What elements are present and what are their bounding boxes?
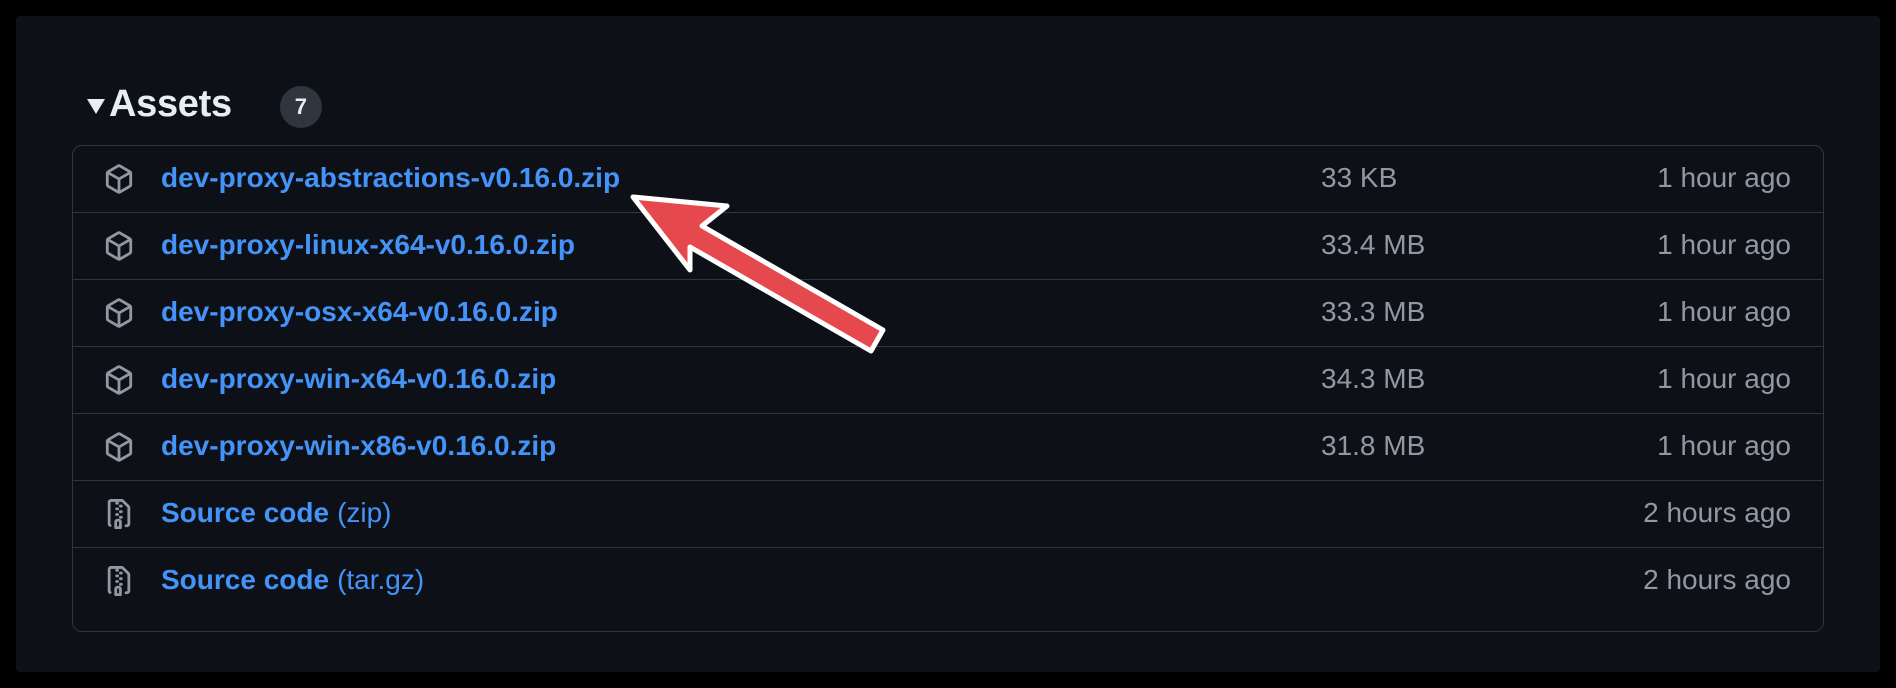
asset-name: dev-proxy-osx-x64-v0.16.0.zip [161,296,558,327]
assets-panel: Assets 7 dev-proxy-abstractions-v0.16.0.… [16,16,1880,672]
assets-title: Assets [109,82,232,125]
asset-name: dev-proxy-abstractions-v0.16.0.zip [161,162,621,193]
asset-row: dev-proxy-osx-x64-v0.16.0.zip 33.3 MB 1 … [73,280,1823,347]
asset-name: Source code [161,564,330,595]
asset-format: (tar.gz) [337,564,425,595]
caret-down-icon [87,98,105,114]
package-icon [105,164,133,194]
asset-row: dev-proxy-linux-x64-v0.16.0.zip 33.4 MB … [73,213,1823,280]
asset-size: 34.3 MB [1321,363,1426,394]
asset-format: (zip) [337,497,392,528]
asset-row: dev-proxy-win-x86-v0.16.0.zip 31.8 MB 1 … [73,414,1823,481]
asset-link[interactable]: dev-proxy-win-x86-v0.16.0.zip [161,430,556,462]
asset-link[interactable]: dev-proxy-linux-x64-v0.16.0.zip [161,229,575,261]
package-icon [105,432,133,462]
package-icon [105,231,133,261]
asset-link[interactable]: dev-proxy-osx-x64-v0.16.0.zip [161,296,558,328]
asset-size: 33.4 MB [1321,229,1426,260]
asset-row: dev-proxy-win-x64-v0.16.0.zip 34.3 MB 1 … [73,347,1823,414]
asset-time: 1 hour ago [1657,229,1791,260]
asset-time: 1 hour ago [1657,296,1791,327]
asset-time: 1 hour ago [1657,162,1791,193]
asset-link[interactable]: dev-proxy-win-x64-v0.16.0.zip [161,363,556,395]
package-icon [105,365,133,395]
asset-time: 2 hours ago [1643,564,1791,595]
assets-header: Assets 7 [70,62,322,146]
asset-link[interactable]: dev-proxy-abstractions-v0.16.0.zip [161,162,620,194]
asset-row: Source code (zip) 2 hours ago [73,481,1823,548]
asset-time: 2 hours ago [1643,497,1791,528]
asset-name: Source code [161,497,330,528]
asset-time: 1 hour ago [1657,363,1791,394]
asset-name: dev-proxy-linux-x64-v0.16.0.zip [161,229,575,260]
asset-name: dev-proxy-win-x86-v0.16.0.zip [161,430,557,461]
asset-row: dev-proxy-abstractions-v0.16.0.zip 33 KB… [73,146,1823,213]
asset-time: 1 hour ago [1657,430,1791,461]
file-zip-icon [107,566,131,596]
source-code-zip-link[interactable]: Source code (zip) [161,497,392,529]
asset-size: 33 KB [1321,162,1398,193]
assets-count-badge: 7 [279,86,322,128]
assets-list: dev-proxy-abstractions-v0.16.0.zip 33 KB… [72,145,1824,632]
source-code-targz-link[interactable]: Source code (tar.gz) [161,564,424,596]
file-zip-icon [107,499,131,529]
asset-row: Source code (tar.gz) 2 hours ago [73,548,1823,615]
asset-name: dev-proxy-win-x64-v0.16.0.zip [161,363,557,394]
asset-size: 31.8 MB [1321,430,1426,461]
package-icon [105,298,133,328]
asset-size: 33.3 MB [1321,296,1426,327]
assets-toggle[interactable]: Assets [87,83,232,126]
